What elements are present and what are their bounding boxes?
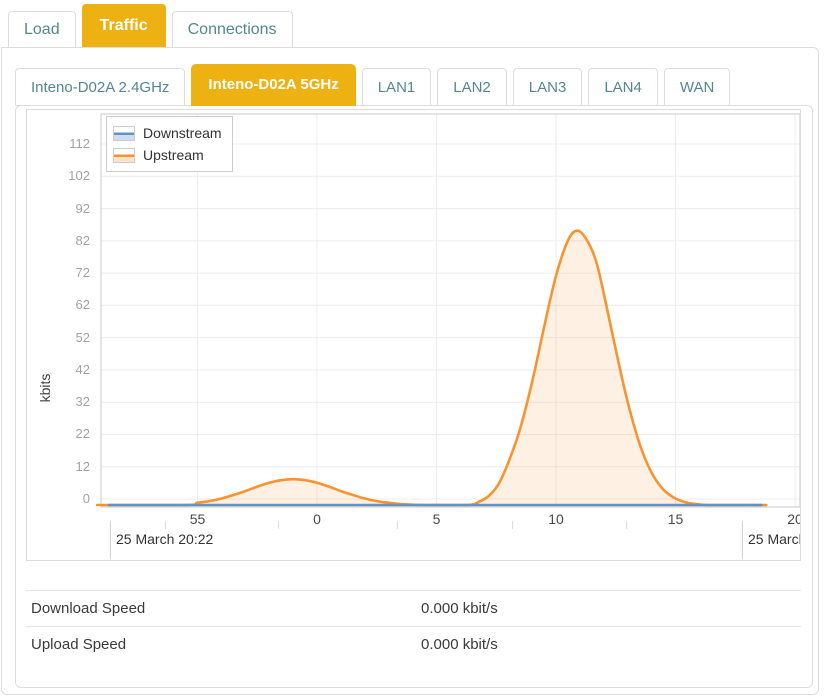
tab-wan[interactable]: WAN (664, 68, 730, 106)
y-tick-label: 22 (46, 426, 90, 442)
tab-traffic[interactable]: Traffic (82, 4, 166, 47)
legend-label-upstream: Upstream (143, 147, 204, 163)
time-label-end: 25 March (748, 530, 801, 548)
tab-load[interactable]: Load (8, 11, 76, 47)
time-axis-tick (397, 521, 398, 529)
time-label-start: 25 March 20:22 (116, 530, 213, 548)
chart-legend: Downstream Upstream (106, 116, 233, 172)
plot-canvas (27, 110, 801, 561)
x-tick-label: 15 (654, 511, 698, 527)
legend-label-downstream: Downstream (143, 125, 222, 141)
x-tick-label: 0 (295, 511, 339, 527)
download-speed-label: Download Speed (26, 600, 421, 617)
tab-lan2[interactable]: LAN2 (437, 68, 507, 106)
upload-speed-label: Upload Speed (26, 636, 421, 653)
y-tick-label: 112 (46, 136, 90, 152)
legend-row-upstream: Upstream (113, 144, 222, 166)
time-axis-tick (626, 521, 627, 529)
upstream-swatch-icon (113, 148, 135, 163)
y-tick-label: 12 (46, 459, 90, 475)
y-tick-label: 92 (46, 201, 90, 217)
x-tick-label: 10 (534, 511, 578, 527)
y-tick-label: 72 (46, 265, 90, 281)
y-tick-label: 42 (46, 362, 90, 378)
tab-connections[interactable]: Connections (172, 11, 293, 47)
y-tick-label: 52 (46, 330, 90, 346)
y-tick-label: 32 (46, 394, 90, 410)
time-axis-divider (742, 521, 743, 559)
plot-border (101, 114, 800, 507)
legend-row-downstream: Downstream (113, 122, 222, 144)
y-tick-label: 62 (46, 297, 90, 313)
time-axis-divider (110, 521, 111, 559)
time-axis-tick (278, 521, 279, 529)
download-speed-value: 0.000 kbit/s (421, 600, 801, 617)
speed-table: Download Speed 0.000 kbit/s Upload Speed… (26, 590, 801, 662)
x-tick-label: 55 (176, 511, 220, 527)
y-tick-label: 82 (46, 233, 90, 249)
interface-panel: Downstream Upstream kbits 01222324252627… (15, 105, 813, 688)
traffic-panel: Inteno-D02A 2.4GHz Inteno-D02A 5GHz LAN1… (1, 47, 819, 695)
primary-tabs: Load Traffic Connections (0, 0, 828, 47)
tab-inteno-d02a-24ghz[interactable]: Inteno-D02A 2.4GHz (15, 68, 185, 106)
interface-tabs: Inteno-D02A 2.4GHz Inteno-D02A 5GHz LAN1… (15, 65, 818, 106)
traffic-chart: Downstream Upstream kbits 01222324252627… (26, 109, 801, 561)
time-axis-tick (165, 521, 166, 529)
x-tick-label: 5 (415, 511, 459, 527)
y-tick-label: 102 (46, 168, 90, 184)
tab-lan1[interactable]: LAN1 (362, 68, 432, 106)
table-row-download: Download Speed 0.000 kbit/s (26, 590, 801, 626)
tab-inteno-d02a-5ghz[interactable]: Inteno-D02A 5GHz (191, 64, 355, 106)
upload-speed-value: 0.000 kbit/s (421, 636, 801, 653)
time-axis-tick (512, 521, 513, 529)
tab-lan4[interactable]: LAN4 (588, 68, 658, 106)
tab-lan3[interactable]: LAN3 (513, 68, 583, 106)
downstream-swatch-icon (113, 126, 135, 141)
x-tick-label: 20 (773, 511, 801, 527)
table-row-upload: Upload Speed 0.000 kbit/s (26, 626, 801, 662)
y-tick-label: 0 (46, 491, 90, 507)
